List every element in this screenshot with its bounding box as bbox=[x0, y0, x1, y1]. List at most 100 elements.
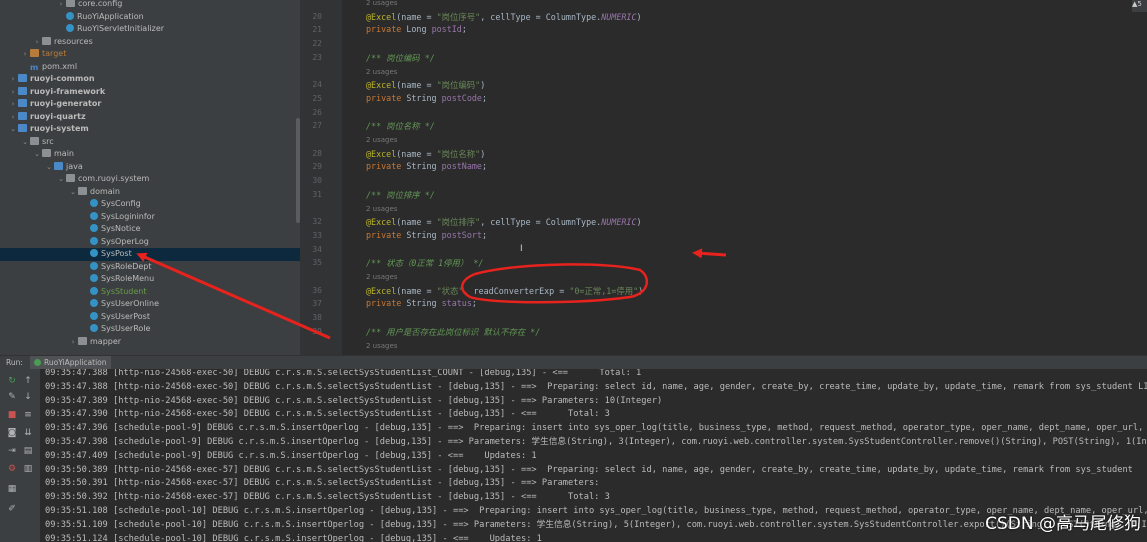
usages-hint[interactable]: 2 usages bbox=[366, 273, 397, 281]
class-icon bbox=[90, 224, 98, 232]
chevron-right-icon[interactable]: › bbox=[8, 73, 18, 86]
usages-hint[interactable]: 2 usages bbox=[366, 68, 397, 76]
usages-hint[interactable]: 2 usages bbox=[366, 342, 397, 350]
tree-item-ruoyi-system[interactable]: ⌄ ruoyi-system bbox=[0, 123, 300, 136]
chevron-right-icon[interactable]: › bbox=[8, 98, 18, 111]
tree-item-resources[interactable]: › resources bbox=[0, 36, 300, 49]
settings-icon[interactable]: ⚙ bbox=[6, 463, 18, 475]
chevron-down-icon[interactable]: ⌄ bbox=[44, 161, 54, 174]
code-editor[interactable]: 2 usages @Excel(name = "岗位序号", cellType =… bbox=[342, 0, 1147, 355]
chevron-right-icon[interactable]: › bbox=[68, 336, 78, 349]
csdn-watermark: CSDN @高马尾修狗 bbox=[985, 514, 1141, 534]
scroll-down-icon[interactable]: ↓ bbox=[22, 391, 34, 403]
maven-icon: m bbox=[30, 62, 39, 72]
tree-item-sysoperlog[interactable]: SysOperLog bbox=[0, 236, 300, 249]
notification-badge[interactable]: ▲5 bbox=[1132, 0, 1147, 12]
chevron-down-icon[interactable]: ⌄ bbox=[56, 173, 66, 186]
code-token: postId bbox=[431, 24, 462, 35]
chevron-down-icon[interactable]: ⌄ bbox=[8, 123, 18, 136]
tree-item-domain[interactable]: ⌄ domain bbox=[0, 186, 300, 199]
chevron-right-icon[interactable]: › bbox=[56, 0, 66, 11]
tree-item-mapper[interactable]: › mapper bbox=[0, 336, 300, 349]
console-output[interactable]: 09:35:47.388 [http-nio-24568-exec-50] DE… bbox=[40, 369, 1147, 542]
chevron-right-icon[interactable]: › bbox=[20, 48, 30, 61]
tree-item-label: RuoYiApplication bbox=[77, 11, 144, 21]
chevron-right-icon[interactable]: › bbox=[8, 86, 18, 99]
code-token: @Excel bbox=[366, 285, 397, 296]
chevron-right-icon[interactable]: › bbox=[32, 36, 42, 49]
layout-icon[interactable]: ▦ bbox=[6, 483, 18, 495]
tree-item-sysrolemenu[interactable]: SysRoleMenu bbox=[0, 273, 300, 286]
code-comment: /** 状态（0正常 1停用） */ bbox=[366, 258, 484, 269]
code-comment: /** 岗位名称 */ bbox=[366, 121, 435, 132]
tree-item-java[interactable]: ⌄ java bbox=[0, 161, 300, 174]
usages-hint[interactable]: 2 usages bbox=[366, 205, 397, 213]
code-token: "0=正常,1=停用" bbox=[569, 285, 639, 296]
tree-item-sysuserpost[interactable]: SysUserPost bbox=[0, 311, 300, 324]
code-token: private bbox=[366, 24, 407, 35]
tree-item-label: SysRoleDept bbox=[101, 261, 152, 271]
tree-item-ruoyi-framework[interactable]: › ruoyi-framework bbox=[0, 86, 300, 99]
scroll-end-icon[interactable]: ⇊ bbox=[22, 427, 34, 439]
scroll-up-icon[interactable]: ↑ bbox=[22, 375, 34, 387]
code-token: , cellType = ColumnType. bbox=[480, 11, 602, 22]
usages-hint[interactable]: 2 usages bbox=[366, 0, 397, 7]
tree-item-main[interactable]: ⌄ main bbox=[0, 148, 300, 161]
tree-item-sysuseronline[interactable]: SysUserOnline bbox=[0, 298, 300, 311]
stop-icon[interactable]: ■ bbox=[6, 409, 18, 421]
tree-item-ruoyi-quartz[interactable]: › ruoyi-quartz bbox=[0, 111, 300, 124]
print-icon[interactable]: ▤ bbox=[22, 445, 34, 457]
line-number: 36 bbox=[312, 285, 322, 295]
tree-item-src[interactable]: ⌄ src bbox=[0, 136, 300, 149]
tree-item-syslogininfor[interactable]: SysLogininfor bbox=[0, 211, 300, 224]
tree-item-target[interactable]: › target bbox=[0, 48, 300, 61]
tree-item-label: SysStudent bbox=[101, 286, 147, 296]
tree-item-label: SysUserOnline bbox=[101, 299, 160, 308]
tree-item-syspost[interactable]: SysPost bbox=[0, 248, 300, 261]
project-tree[interactable]: › core.config RuoYiApplication RuoYiServlet… bbox=[0, 0, 300, 355]
folder-icon bbox=[78, 186, 87, 195]
tree-item-sysuserrole[interactable]: SysUserRole bbox=[0, 323, 300, 336]
tree-item-pom-xml[interactable]: m pom.xml bbox=[0, 61, 300, 74]
chevron-down-icon[interactable]: ⌄ bbox=[32, 148, 42, 161]
tree-item-label: main bbox=[54, 149, 74, 158]
soft-wrap-icon[interactable]: ≡ bbox=[22, 409, 34, 421]
usages-hint[interactable]: 2 usages bbox=[366, 136, 397, 144]
tree-item-ruoyiapplication[interactable]: RuoYiApplication bbox=[0, 11, 300, 24]
code-token: postName bbox=[441, 161, 482, 172]
chevron-down-icon[interactable]: ⌄ bbox=[20, 136, 30, 149]
pin-icon[interactable]: ✐ bbox=[6, 503, 18, 515]
tree-item-sysstudent[interactable]: SysStudent bbox=[0, 286, 300, 299]
line-number: 27 bbox=[312, 121, 322, 131]
code-token: private bbox=[366, 229, 407, 240]
trash-icon[interactable]: ▥ bbox=[22, 463, 34, 475]
chevron-down-icon[interactable]: ⌄ bbox=[68, 186, 78, 199]
console-line: 09:35:47.390 [http-nio-24568-exec-50] DE… bbox=[45, 409, 610, 420]
code-line: @Excel(name = "岗位编码") bbox=[366, 79, 485, 91]
tree-item-core-config[interactable]: › core.config bbox=[0, 0, 300, 11]
code-token: postCode bbox=[441, 92, 482, 103]
folder-icon bbox=[42, 36, 51, 45]
tree-item-com-ruoyi-system[interactable]: ⌄ com.ruoyi.system bbox=[0, 173, 300, 186]
tree-item-ruoyi-common[interactable]: › ruoyi-common bbox=[0, 73, 300, 86]
rerun-icon[interactable]: ↻ bbox=[6, 375, 18, 387]
chevron-right-icon[interactable]: › bbox=[8, 111, 18, 124]
tree-item-ruoyiservletinitializer[interactable]: RuoYiServletInitializer bbox=[0, 23, 300, 36]
exit-icon[interactable]: ⇥ bbox=[6, 445, 18, 457]
class-icon bbox=[90, 249, 98, 257]
folder-icon bbox=[18, 86, 27, 95]
class-icon bbox=[90, 261, 98, 270]
camera-icon[interactable]: ◙ bbox=[6, 427, 18, 439]
tree-item-sysconfig[interactable]: SysConfig bbox=[0, 198, 300, 211]
run-tab-ruoyi-application[interactable]: RuoYiApplication bbox=[30, 356, 111, 370]
folder-icon bbox=[18, 124, 27, 132]
tree-item-label: SysUserPost bbox=[101, 311, 150, 321]
wrench-icon[interactable]: ✎ bbox=[6, 391, 18, 403]
tree-item-sysroledept[interactable]: SysRoleDept bbox=[0, 261, 300, 274]
folder-icon bbox=[66, 0, 75, 7]
tree-item-ruoyi-generator[interactable]: › ruoyi-generator bbox=[0, 98, 300, 111]
code-comment: /** 岗位编码 */ bbox=[366, 52, 435, 63]
code-token: ) bbox=[480, 148, 486, 159]
tree-item-sysnotice[interactable]: SysNotice bbox=[0, 223, 300, 236]
folder-icon bbox=[42, 149, 51, 157]
